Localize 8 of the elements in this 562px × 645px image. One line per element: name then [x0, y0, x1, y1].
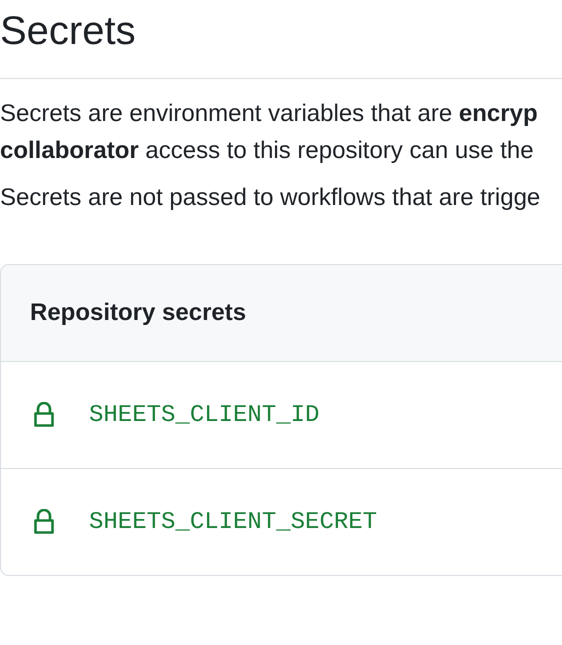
page-title: Secrets [0, 8, 137, 55]
description-text: Secrets are environment variables that are encryp collaborator access to this repository can use the [0, 99, 539, 166]
lock-icon [32, 509, 56, 535]
lock-icon [32, 402, 56, 428]
secret-name: SHEETS_CLIENT_ID [89, 402, 320, 428]
note-text: Secrets are not passed to workflows that are trigge [0, 183, 542, 213]
secret-name: SHEETS_CLIENT_SECRET [89, 508, 378, 536]
card-heading: Repository secrets [30, 299, 246, 327]
